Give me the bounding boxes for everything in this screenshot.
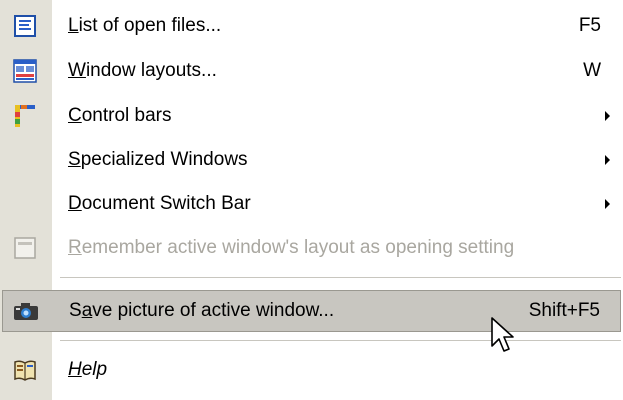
menu-item-label: Specialized Windows xyxy=(68,149,248,170)
camera-icon xyxy=(12,297,40,325)
menu-item-control-bars[interactable]: Control bars xyxy=(0,96,623,136)
menu-separator xyxy=(60,277,621,278)
submenu-arrow-icon xyxy=(605,111,610,121)
shortcut-label: F5 xyxy=(578,15,601,36)
control-bars-icon xyxy=(11,102,39,130)
shortcut-label: W xyxy=(583,60,601,81)
menu-item-help[interactable]: Help xyxy=(0,350,623,390)
context-menu: List of open files... F5 Window layouts.… xyxy=(0,0,623,400)
menu-item-window-layouts[interactable]: Window layouts... W xyxy=(0,51,623,91)
menu-item-label: Save picture of active window... xyxy=(69,300,335,321)
menu-item-remember-layout: Remember active window's layout as openi… xyxy=(0,228,623,268)
window-layout-icon xyxy=(11,57,39,85)
shortcut-label: Shift+F5 xyxy=(528,300,600,321)
menu-item-label: Document Switch Bar xyxy=(68,193,251,214)
menu-item-label: Help xyxy=(68,359,108,380)
submenu-arrow-icon xyxy=(605,155,610,165)
menu-item-save-picture[interactable]: Save picture of active window... Shift+F… xyxy=(2,290,621,332)
list-icon xyxy=(11,12,39,40)
help-book-icon xyxy=(11,356,39,384)
menu-item-label: Window layouts... xyxy=(68,60,217,81)
menu-item-document-switch-bar[interactable]: Document Switch Bar xyxy=(0,184,623,224)
submenu-arrow-icon xyxy=(605,199,610,209)
menu-item-list-of-open-files[interactable]: List of open files... F5 xyxy=(0,6,623,46)
menu-item-label: List of open files... xyxy=(68,15,222,36)
menu-item-specialized-windows[interactable]: Specialized Windows xyxy=(0,140,623,180)
menu-separator xyxy=(60,340,621,341)
window-icon xyxy=(11,234,39,262)
menu-item-label: Remember active window's layout as openi… xyxy=(68,237,515,258)
mouse-pointer-icon xyxy=(490,316,516,361)
menu-item-label: Control bars xyxy=(68,105,172,126)
